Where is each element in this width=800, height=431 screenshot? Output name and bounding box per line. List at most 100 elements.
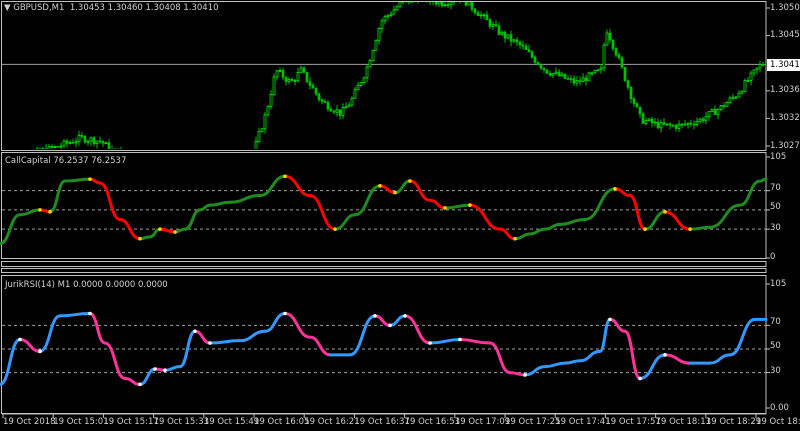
callcapital-segment	[513, 232, 532, 241]
callcapital-segment	[48, 179, 67, 214]
cc-tick: 0	[770, 252, 776, 262]
panel-frame	[1, 275, 767, 414]
jurikrsi-segment	[663, 353, 692, 365]
jurikrsi-segment	[708, 353, 732, 365]
candle	[719, 105, 723, 110]
candle	[228, 164, 230, 165]
cc-tick: 30	[770, 223, 781, 233]
candle	[740, 90, 744, 94]
candle	[80, 134, 84, 137]
candle	[512, 39, 516, 42]
callcapital-turn-marker	[393, 190, 397, 195]
candle	[731, 96, 735, 99]
candle	[614, 48, 618, 56]
cc-tick: 105	[770, 152, 787, 162]
rsi-tick: 105	[770, 279, 787, 289]
callcapital-segment	[738, 179, 762, 207]
candle	[168, 163, 170, 166]
jurikrsi-turn-marker	[523, 373, 527, 377]
time-label: 19 Oct 16:37	[354, 417, 410, 427]
candle	[144, 159, 146, 163]
candle	[347, 104, 351, 108]
jurikrsi-segment	[138, 367, 157, 386]
collapse-triangle-icon[interactable]: ▼	[4, 3, 11, 13]
candle	[210, 159, 212, 163]
candle	[222, 160, 224, 163]
callcapital-turn-marker	[443, 206, 447, 210]
candle	[368, 60, 372, 68]
time-label: 19 Oct 15:33	[153, 417, 210, 427]
candle	[260, 128, 264, 133]
candle	[497, 25, 501, 35]
candle	[225, 163, 227, 165]
candle	[605, 32, 609, 46]
price-tick: 1.30457	[770, 30, 800, 40]
candle	[500, 31, 504, 35]
candle	[674, 124, 678, 129]
candle	[201, 159, 203, 161]
candle	[734, 96, 738, 99]
candle	[632, 98, 636, 104]
candle	[426, 0, 428, 1]
callcapital-turn-marker	[663, 210, 667, 214]
candle	[177, 160, 179, 163]
jurikrsi-segment	[598, 317, 612, 353]
candle	[344, 106, 348, 109]
jurikrsi-turn-marker	[18, 337, 22, 342]
candle	[299, 67, 303, 73]
candle	[263, 114, 267, 130]
candle	[204, 161, 206, 162]
candle	[113, 148, 117, 149]
callcapital-segment	[558, 218, 587, 226]
candle	[611, 39, 615, 49]
candle	[707, 111, 711, 118]
candle	[101, 140, 105, 144]
jurikrsi-segment	[728, 317, 757, 357]
candle	[95, 140, 99, 144]
candle	[377, 28, 381, 42]
trading-chart[interactable]	[0, 0, 800, 431]
callcapital-turn-marker	[138, 236, 142, 241]
candle	[246, 165, 248, 166]
rsi-tick: 70	[770, 317, 781, 327]
candle	[350, 97, 354, 106]
candle	[317, 93, 321, 100]
candle	[641, 113, 645, 124]
candle	[521, 44, 525, 47]
candle	[755, 67, 759, 71]
candle	[599, 67, 603, 71]
candle	[180, 159, 182, 160]
current-price-label: 1.30410	[767, 59, 800, 71]
candle	[536, 62, 540, 65]
callcapital-turn-marker	[158, 227, 162, 231]
callcapital-segment	[393, 179, 412, 195]
candle	[341, 107, 345, 116]
callcapital-segment	[628, 193, 647, 231]
candle	[557, 71, 561, 77]
candle	[473, 8, 477, 13]
candle	[362, 77, 366, 84]
candle	[98, 140, 102, 143]
candles	[35, 0, 765, 166]
callcapital-segment	[18, 208, 42, 217]
candle	[491, 24, 495, 27]
candle	[506, 34, 510, 39]
callcapital-turn-marker	[88, 177, 92, 181]
jurikrsi-turn-marker	[458, 337, 462, 342]
candle	[626, 80, 630, 88]
candle	[515, 39, 519, 43]
callcapital-segment	[758, 177, 768, 183]
candle	[644, 120, 648, 124]
time-label: 19 Oct 18:45	[756, 417, 800, 427]
candle	[686, 122, 690, 125]
candle	[662, 122, 666, 125]
candle	[405, 0, 407, 1]
candle	[398, 2, 402, 8]
candle	[761, 63, 765, 66]
candle	[548, 72, 552, 76]
jurikrsi-turn-marker	[403, 314, 407, 318]
callcapital-segment	[708, 203, 742, 229]
candle	[695, 121, 699, 126]
candle	[183, 159, 185, 163]
candle	[527, 49, 531, 53]
